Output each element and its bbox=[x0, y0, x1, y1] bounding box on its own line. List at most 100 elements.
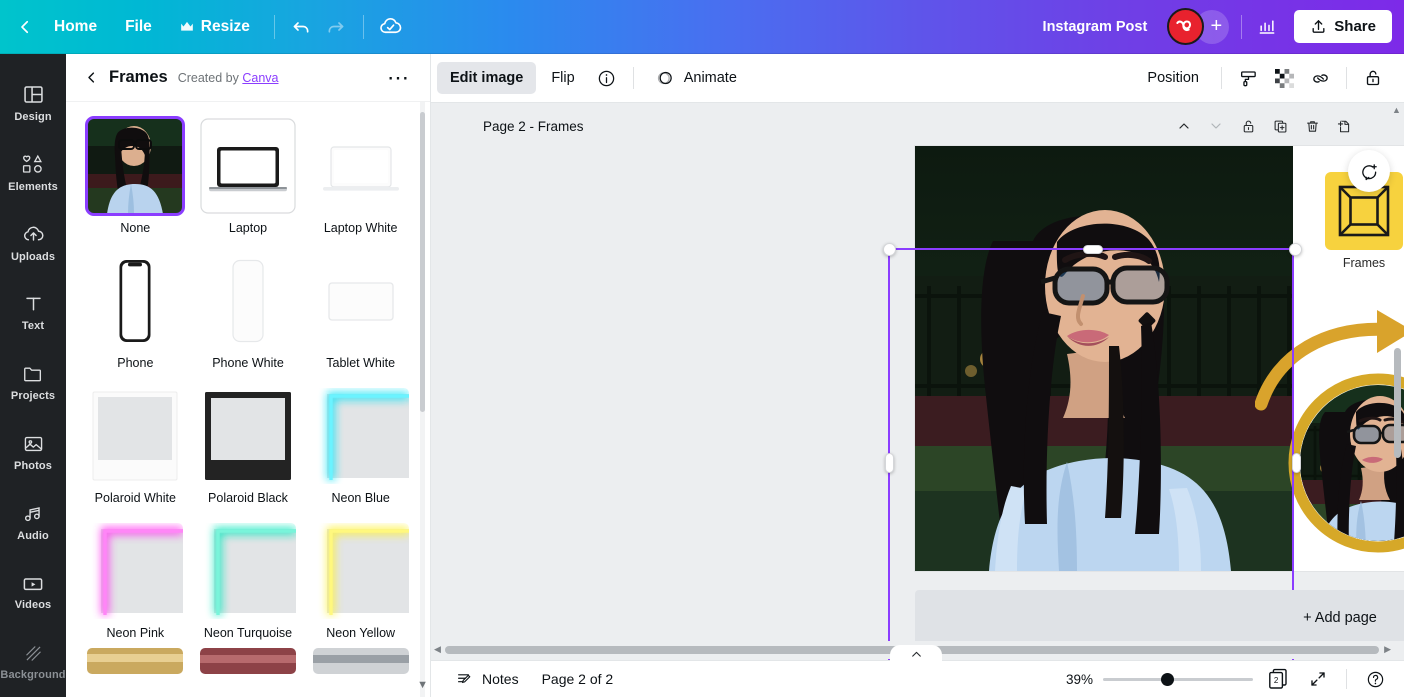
share-button[interactable]: Share bbox=[1294, 10, 1392, 43]
creator-link[interactable]: Canva bbox=[242, 71, 278, 85]
lock-button[interactable] bbox=[1356, 61, 1390, 95]
frame-option[interactable]: Phone bbox=[86, 253, 185, 382]
frame-thumbnail-partial[interactable] bbox=[312, 648, 409, 674]
frame-label: Phone White bbox=[212, 356, 284, 370]
undo-button[interactable] bbox=[285, 10, 319, 44]
frame-thumbnail-neon-blue[interactable] bbox=[312, 388, 409, 484]
divider bbox=[1346, 67, 1347, 89]
scroll-up-icon[interactable]: ▲ bbox=[1391, 105, 1402, 117]
frame-thumbnail-phone-white[interactable] bbox=[199, 253, 296, 349]
cloud-upload-icon bbox=[21, 223, 46, 246]
collapse-panel-button[interactable] bbox=[890, 645, 942, 663]
animate-button[interactable]: Animate bbox=[643, 60, 750, 96]
notes-button[interactable]: Notes bbox=[447, 665, 528, 693]
file-menu-button[interactable]: File bbox=[111, 11, 166, 43]
frame-option[interactable]: Tablet White bbox=[311, 253, 410, 382]
circle-frame-photo[interactable] bbox=[1283, 368, 1404, 558]
rail-item-photos[interactable]: Photos bbox=[0, 417, 66, 487]
panel-back-button[interactable] bbox=[84, 70, 99, 85]
delete-page-button[interactable] bbox=[1297, 112, 1327, 140]
chevron-down-icon[interactable]: ▼ bbox=[417, 679, 428, 691]
frame-option[interactable]: Laptop bbox=[199, 118, 298, 247]
fullscreen-button[interactable] bbox=[1303, 664, 1333, 694]
rail-item-projects[interactable]: Projects bbox=[0, 348, 66, 418]
neon-frame-icon bbox=[326, 392, 409, 480]
frame-option[interactable] bbox=[311, 648, 410, 674]
frame-thumbnail-laptop-white[interactable] bbox=[312, 118, 409, 214]
page-stack-button[interactable]: 2 bbox=[1263, 664, 1293, 694]
transparency-button[interactable] bbox=[1267, 61, 1301, 95]
frame-label: Laptop bbox=[228, 221, 268, 235]
frame-thumbnail-neon-turquoise[interactable] bbox=[199, 523, 296, 619]
resize-handle-top-left[interactable] bbox=[883, 243, 896, 256]
add-page-button[interactable]: + Add page bbox=[915, 590, 1404, 645]
flip-button[interactable]: Flip bbox=[538, 62, 587, 94]
document-title[interactable]: Instagram Post bbox=[1031, 13, 1160, 41]
rail-item-uploads[interactable]: Uploads bbox=[0, 208, 66, 278]
help-button[interactable] bbox=[1360, 664, 1390, 694]
scroll-left-icon[interactable]: ◀ bbox=[434, 644, 441, 655]
back-button[interactable] bbox=[14, 12, 40, 42]
zoom-knob[interactable] bbox=[1161, 672, 1174, 686]
redo-button[interactable] bbox=[319, 10, 353, 44]
canvas-vscrollbar[interactable]: ▲ ▼ bbox=[1392, 103, 1403, 660]
frame-thumbnail-polaroid-black[interactable] bbox=[199, 388, 296, 484]
frame-option[interactable]: Neon Pink bbox=[86, 523, 185, 652]
move-page-down-button[interactable] bbox=[1201, 112, 1231, 140]
gray-frame-icon bbox=[312, 648, 409, 674]
panel-body[interactable]: ▼ None Laptop Laptop White Phone Phone W… bbox=[66, 102, 430, 697]
panel-scrollbar-thumb[interactable] bbox=[420, 112, 425, 412]
add-page-after-button[interactable] bbox=[1329, 112, 1359, 140]
frame-thumbnail-none[interactable] bbox=[85, 116, 186, 216]
rail-item-text[interactable]: Text bbox=[0, 278, 66, 348]
cloud-saved-button[interactable] bbox=[374, 10, 408, 44]
move-page-up-button[interactable] bbox=[1169, 112, 1199, 140]
home-button[interactable]: Home bbox=[40, 11, 111, 43]
frame-option[interactable] bbox=[199, 648, 298, 674]
insights-button[interactable] bbox=[1250, 10, 1284, 44]
frame-option[interactable]: None bbox=[85, 116, 186, 247]
lock-page-button[interactable] bbox=[1233, 112, 1263, 140]
frame-option[interactable]: Phone White bbox=[199, 253, 298, 382]
rail-item-background[interactable]: Background bbox=[0, 627, 66, 697]
frame-option[interactable]: Neon Yellow bbox=[311, 523, 410, 652]
frame-thumbnail-tablet-white[interactable] bbox=[312, 253, 409, 349]
frame-thumbnail-phone[interactable] bbox=[87, 253, 184, 349]
duplicate-page-button[interactable] bbox=[1265, 112, 1295, 140]
rail-item-audio[interactable]: Audio bbox=[0, 487, 66, 557]
image-info-button[interactable] bbox=[590, 61, 624, 95]
edit-image-button[interactable]: Edit image bbox=[437, 62, 537, 94]
page-photo-left[interactable] bbox=[915, 146, 1293, 571]
frame-label: Neon Turquoise bbox=[203, 626, 293, 640]
frame-option[interactable]: Neon Turquoise bbox=[199, 523, 298, 652]
rail-item-design[interactable]: Design bbox=[0, 68, 66, 138]
copy-style-button[interactable] bbox=[1231, 61, 1265, 95]
frame-thumbnail-laptop[interactable] bbox=[199, 118, 296, 214]
rail-item-elements[interactable]: Elements bbox=[0, 138, 66, 208]
frame-option[interactable]: Laptop White bbox=[311, 118, 410, 247]
rail-item-videos[interactable]: Videos bbox=[0, 557, 66, 627]
frame-thumbnail-polaroid-white[interactable] bbox=[87, 388, 184, 484]
zoom-slider[interactable] bbox=[1103, 671, 1253, 687]
design-page[interactable]: Frames bbox=[915, 146, 1404, 571]
link-button[interactable] bbox=[1303, 61, 1337, 95]
canvas-vscroll-thumb[interactable] bbox=[1394, 348, 1401, 458]
frame-label: Neon Yellow bbox=[326, 626, 396, 640]
frame-thumbnail-neon-yellow[interactable] bbox=[312, 523, 409, 619]
resize-button[interactable]: Resize bbox=[166, 11, 264, 43]
scroll-right-icon[interactable]: ▶ bbox=[1384, 644, 1391, 655]
canvas-area[interactable]: Page 2 - Frames Frames + Add page ▲ bbox=[431, 103, 1404, 660]
avatar[interactable] bbox=[1167, 8, 1205, 45]
add-comment-button[interactable] bbox=[1348, 150, 1390, 192]
frame-option[interactable] bbox=[86, 648, 185, 674]
resize-handle-left[interactable] bbox=[885, 453, 894, 473]
frame-thumbnail-partial[interactable] bbox=[87, 648, 184, 674]
frame-option[interactable]: Neon Blue bbox=[311, 388, 410, 517]
more-horizontal-icon[interactable]: ⋯ bbox=[381, 66, 416, 89]
tablet-white-icon bbox=[328, 282, 394, 321]
position-button[interactable]: Position bbox=[1134, 62, 1212, 94]
frame-option[interactable]: Polaroid Black bbox=[199, 388, 298, 517]
frame-thumbnail-partial[interactable] bbox=[199, 648, 296, 674]
frame-thumbnail-neon-pink[interactable] bbox=[87, 523, 184, 619]
frame-option[interactable]: Polaroid White bbox=[86, 388, 185, 517]
